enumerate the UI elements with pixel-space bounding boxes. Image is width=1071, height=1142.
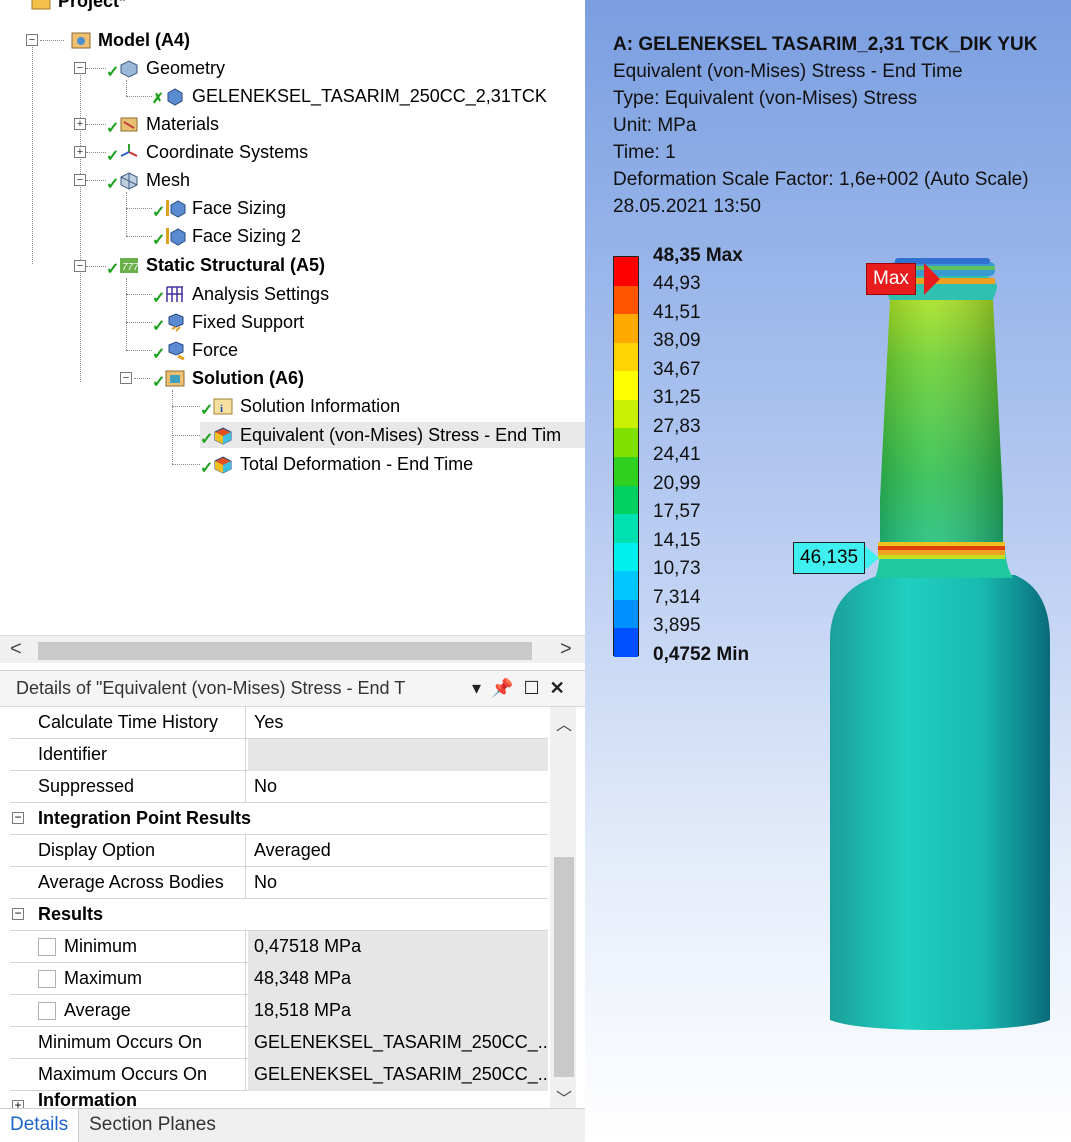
scroll-right-arrow[interactable]: > bbox=[560, 638, 572, 661]
solution-icon: ✓ bbox=[152, 368, 186, 391]
details-row[interactable]: Average Across Bodies No bbox=[10, 866, 548, 899]
scrollbar-thumb[interactable] bbox=[554, 857, 574, 1077]
max-probe-pointer bbox=[924, 263, 940, 295]
fixed-support-icon: ✓ bbox=[152, 312, 186, 335]
solution-information-icon: ✓ i bbox=[200, 396, 234, 419]
details-row[interactable]: Average 18,518 MPa bbox=[10, 994, 548, 1027]
scrollbar-thumb[interactable] bbox=[38, 642, 532, 660]
force-icon: ✓ bbox=[152, 340, 186, 363]
parameter-checkbox[interactable] bbox=[38, 1001, 56, 1020]
folder-icon bbox=[30, 0, 52, 11]
tab-details[interactable]: Details bbox=[0, 1108, 80, 1142]
details-row[interactable]: Calculate Time History Yes bbox=[10, 706, 548, 739]
coordinate-system-icon: ✓ bbox=[106, 142, 140, 165]
maximize-icon[interactable]: ☐ bbox=[523, 678, 539, 699]
tree-node-coordinate-systems[interactable]: ✓ Coordinate Systems bbox=[106, 139, 308, 166]
tree-node-part[interactable]: ✗ GELENEKSEL_TASARIM_250CC_2,31TCK bbox=[152, 83, 547, 109]
mesh-icon: ✓ bbox=[106, 170, 140, 193]
tree-node-model[interactable]: Model (A4) bbox=[70, 27, 190, 53]
collapse-section-toggle[interactable]: − bbox=[12, 907, 24, 920]
tree-node-materials[interactable]: ✓ Materials bbox=[106, 111, 219, 138]
tree-horizontal-scrollbar[interactable]: < > bbox=[0, 635, 585, 663]
parameter-checkbox[interactable] bbox=[38, 969, 56, 988]
dropdown-arrow-icon[interactable]: ▾ bbox=[472, 678, 481, 699]
collapse-section-toggle[interactable]: − bbox=[12, 811, 24, 824]
tree-node-face-sizing[interactable]: ✓ Face Sizing bbox=[152, 195, 286, 222]
face-sizing-icon: ✓ bbox=[152, 198, 186, 221]
pin-icon[interactable]: 📌 bbox=[491, 678, 513, 699]
details-grid: Calculate Time History Yes Identifier Su… bbox=[10, 706, 548, 1111]
details-row[interactable]: Identifier bbox=[10, 738, 548, 771]
details-row[interactable]: Minimum 0,47518 MPa bbox=[10, 930, 548, 963]
expand-coordinate-systems-toggle[interactable]: + bbox=[74, 146, 86, 158]
part-body-icon: ✗ bbox=[152, 86, 186, 106]
tab-section-planes[interactable]: Section Planes bbox=[79, 1109, 226, 1142]
probe-value-label[interactable]: 46,135 bbox=[793, 542, 866, 574]
section-integration-point-results[interactable]: − Integration Point Results bbox=[10, 803, 548, 835]
tree-node-fixed-support[interactable]: ✓ Fixed Support bbox=[152, 309, 304, 336]
collapse-solution-toggle[interactable]: − bbox=[120, 372, 132, 384]
expand-materials-toggle[interactable]: + bbox=[74, 118, 86, 130]
details-vertical-scrollbar[interactable]: ︿ ﹀ bbox=[550, 707, 576, 1109]
static-structural-icon: ✓ 777 bbox=[106, 255, 140, 278]
svg-text:777: 777 bbox=[122, 262, 139, 273]
details-row[interactable]: Suppressed No bbox=[10, 770, 548, 803]
tree-node-total-deformation[interactable]: ✓ Total Deformation - End Time bbox=[200, 451, 473, 478]
details-title: Details of "Equivalent (von-Mises) Stres… bbox=[16, 678, 406, 698]
details-row[interactable]: Display Option Averaged bbox=[10, 834, 548, 867]
tree-node-force[interactable]: ✓ Force bbox=[152, 337, 238, 364]
details-row[interactable]: Maximum Occurs On GELENEKSEL_TASARIM_250… bbox=[10, 1058, 548, 1091]
collapse-model-toggle[interactable]: − bbox=[26, 34, 38, 46]
collapse-mesh-toggle[interactable]: − bbox=[74, 174, 86, 186]
scroll-up-arrow[interactable]: ︿ bbox=[556, 711, 572, 735]
face-sizing-icon: ✓ bbox=[152, 226, 186, 249]
collapse-geometry-toggle[interactable]: − bbox=[74, 62, 86, 74]
details-header: Details of "Equivalent (von-Mises) Stres… bbox=[0, 671, 585, 707]
geometry-icon: ✓ bbox=[106, 58, 140, 81]
graphics-viewport[interactable]: A: GELENEKSEL TASARIM_2,31 TCK_DIK YUK E… bbox=[585, 0, 1071, 1142]
details-panel: Details of "Equivalent (von-Mises) Stres… bbox=[0, 670, 585, 1111]
tree-node-solution-information[interactable]: ✓ i Solution Information bbox=[200, 393, 400, 420]
result-stress-icon: ✓ bbox=[200, 425, 234, 448]
model-icon bbox=[70, 30, 92, 50]
tree-node-equivalent-stress[interactable]: ✓ Equivalent (von-Mises) Stress - End Ti… bbox=[200, 422, 585, 448]
tree-node-geometry[interactable]: ✓ Geometry bbox=[106, 55, 225, 82]
analysis-settings-icon: ✓ bbox=[152, 284, 186, 307]
max-probe-label[interactable]: Max bbox=[866, 263, 916, 295]
details-row[interactable]: Maximum 48,348 MPa bbox=[10, 962, 548, 995]
collapse-static-structural-toggle[interactable]: − bbox=[74, 260, 86, 272]
scroll-down-arrow[interactable]: ﹀ bbox=[556, 1085, 572, 1109]
tree-node-project[interactable]: Project* bbox=[30, 0, 126, 14]
section-results[interactable]: − Results bbox=[10, 899, 548, 931]
bottom-tabs: Details Section Planes bbox=[0, 1108, 585, 1142]
parameter-checkbox[interactable] bbox=[38, 937, 56, 956]
scroll-left-arrow[interactable]: < bbox=[10, 638, 22, 661]
tree-node-analysis-settings[interactable]: ✓ Analysis Settings bbox=[152, 281, 329, 308]
tree-node-solution[interactable]: ✓ Solution (A6) bbox=[152, 365, 304, 392]
details-row[interactable]: Minimum Occurs On GELENEKSEL_TASARIM_250… bbox=[10, 1026, 548, 1059]
outline-tree: Project* − Model (A4) − ✓ Geometry ✗ GEL… bbox=[0, 0, 585, 635]
svg-text:i: i bbox=[220, 403, 223, 415]
close-icon[interactable]: ✕ bbox=[550, 678, 565, 699]
probe-pointer bbox=[865, 546, 879, 570]
tree-node-face-sizing-2[interactable]: ✓ Face Sizing 2 bbox=[152, 223, 301, 250]
tree-node-mesh[interactable]: ✓ Mesh bbox=[106, 167, 190, 194]
tree-node-static-structural[interactable]: ✓ 777 Static Structural (A5) bbox=[106, 252, 325, 279]
result-deformation-icon: ✓ bbox=[200, 454, 234, 477]
materials-icon: ✓ bbox=[106, 114, 140, 137]
